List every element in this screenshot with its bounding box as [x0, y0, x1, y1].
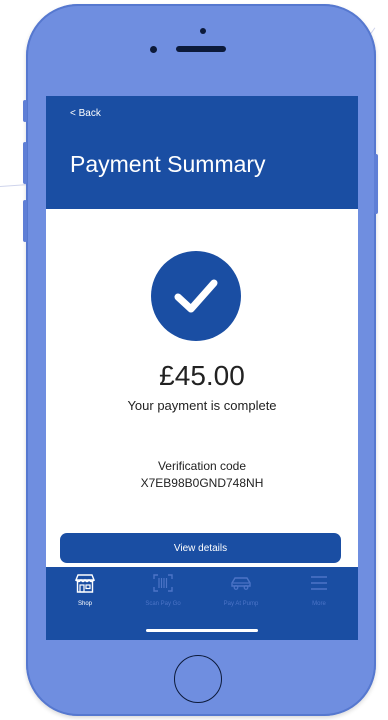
tab-label: Shop: [77, 601, 92, 607]
home-indicator[interactable]: [146, 629, 258, 632]
tab-label: Scan Pay Go: [145, 601, 181, 607]
menu-icon: [280, 573, 358, 593]
home-button[interactable]: [174, 655, 222, 703]
app-header: < Back Payment Summary: [46, 96, 358, 209]
tab-bar: Shop Scan Pay Go Pay At Pump More: [46, 567, 358, 640]
page-title: Payment Summary: [70, 151, 266, 177]
car-icon: [202, 573, 280, 593]
verification-code: X7EB98B0GND748NH: [140, 476, 264, 490]
tab-scan-pay-go[interactable]: Scan Pay Go: [124, 573, 202, 607]
mute-switch: [23, 100, 27, 122]
tab-pay-at-pump[interactable]: Pay At Pump: [202, 573, 280, 607]
volume-down-button: [23, 200, 27, 242]
tab-label: Pay At Pump: [223, 601, 259, 607]
shop-icon: [46, 573, 124, 593]
volume-up-button: [23, 142, 27, 184]
tab-more[interactable]: More: [280, 573, 358, 607]
front-camera: [150, 46, 157, 53]
payment-status-message: Your payment is complete: [127, 398, 277, 413]
power-button: [374, 154, 378, 214]
view-details-button[interactable]: View details: [60, 533, 341, 563]
back-link[interactable]: < Back: [70, 108, 101, 119]
app-screen: < Back Payment Summary £45.00 Your payme…: [46, 96, 358, 640]
earpiece-speaker: [176, 46, 226, 52]
success-checkmark-icon: [151, 251, 241, 341]
verification-label: Verification code: [157, 459, 247, 473]
barcode-icon: [124, 573, 202, 593]
tab-shop[interactable]: Shop: [46, 573, 124, 607]
sensor-dot: [200, 28, 206, 34]
tab-label: More: [312, 601, 326, 607]
payment-amount: £45.00: [159, 360, 245, 391]
